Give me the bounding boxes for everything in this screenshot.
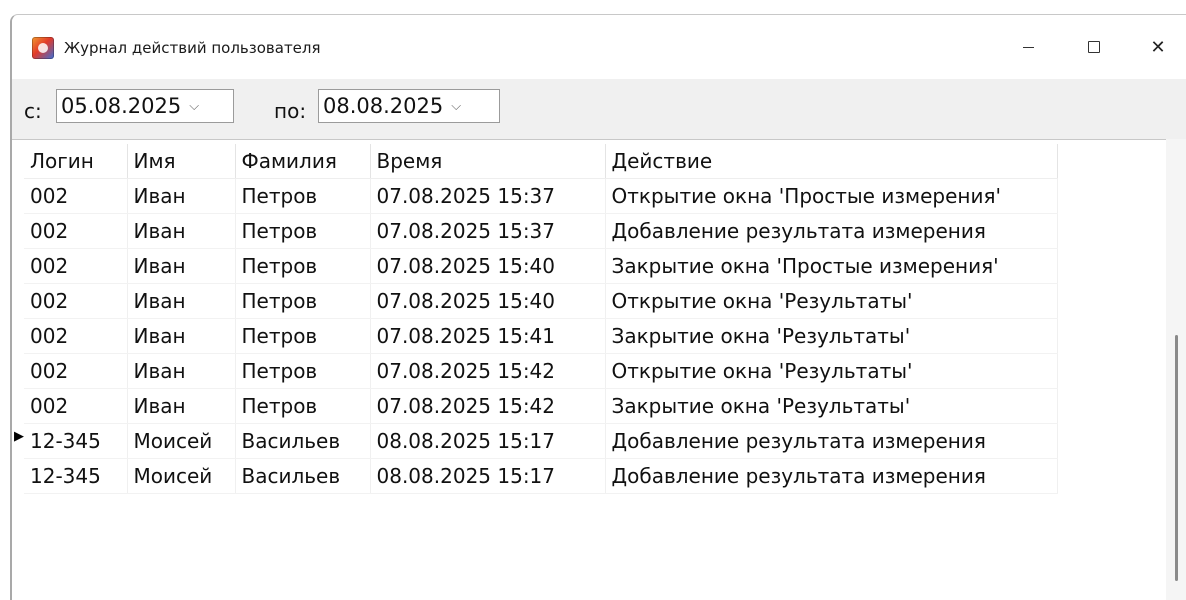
table-row[interactable]: 002 Иван Петров 07.08.2025 15:42 Открытие ок… xyxy=(24,353,1058,389)
cell-surname[interactable]: Петров xyxy=(235,248,371,284)
cell-surname[interactable]: Петров xyxy=(235,283,371,319)
cell-name[interactable]: Моисей xyxy=(127,423,236,459)
cell-name[interactable]: Моисей xyxy=(127,458,236,494)
table-row[interactable]: 002 Иван Петров 07.08.2025 15:37 Открытие ок… xyxy=(24,178,1058,214)
cell-time[interactable]: 08.08.2025 15:17 xyxy=(370,458,606,494)
cell-text: 12-345 xyxy=(30,429,101,453)
cell-action[interactable]: Открытие окна 'Результаты' xyxy=(605,283,1058,319)
chevron-down-icon[interactable]: ⌵ xyxy=(451,99,461,114)
journal-window: Журнал действий пользователя ✕ с: 05.08.… xyxy=(10,14,1186,600)
cell-login[interactable]: 002 xyxy=(24,353,128,389)
cell-action[interactable]: Добавление результата измерения xyxy=(605,423,1058,459)
cell-action[interactable]: Открытие окна 'Простые измерения' xyxy=(605,178,1058,214)
cell-text: 002 xyxy=(30,394,69,418)
cell-name[interactable]: Иван xyxy=(127,318,236,354)
cell-time[interactable]: 08.08.2025 15:17 xyxy=(370,423,606,459)
from-date-label: с: xyxy=(24,99,42,123)
close-button[interactable]: ✕ xyxy=(1135,29,1181,65)
cell-surname[interactable]: Петров xyxy=(235,353,371,389)
scrollbar-thumb[interactable] xyxy=(1175,335,1178,581)
cell-action[interactable]: Открытие окна 'Результаты' xyxy=(605,353,1058,389)
cell-time[interactable]: 07.08.2025 15:40 xyxy=(370,248,606,284)
vertical-scrollbar[interactable] xyxy=(1166,139,1186,600)
table-row[interactable]: 002 Иван Петров 07.08.2025 15:40 Закрытие ок… xyxy=(24,248,1058,284)
minimize-button[interactable] xyxy=(1005,29,1051,65)
window-title: Журнал действий пользователя xyxy=(64,39,321,57)
current-row-arrow-icon: ▶ xyxy=(14,429,24,444)
log-grid[interactable]: Логин Имя Фамилия Время Действие 002 Иван… xyxy=(12,139,1166,600)
cell-text: 12-345 xyxy=(30,464,101,488)
table-row[interactable]: ▶ 12-345 Моисей Васильев 08.08.2025 15:17 Доб… xyxy=(14,423,1058,459)
cell-surname[interactable]: Васильев xyxy=(235,458,371,494)
cell-action[interactable]: Добавление результата измерения xyxy=(605,458,1058,494)
column-header-action[interactable]: Действие xyxy=(605,144,1058,179)
to-date-label: по: xyxy=(274,99,307,123)
table-row[interactable]: 12-345 Моисей Васильев 08.08.2025 15:17 Доба… xyxy=(24,458,1058,494)
column-header-login[interactable]: Логин xyxy=(24,144,128,179)
log-table: Логин Имя Фамилия Время Действие 002 Иван… xyxy=(14,144,1058,494)
cell-surname[interactable]: Васильев xyxy=(235,423,371,459)
maximize-icon xyxy=(1088,41,1100,53)
cell-login[interactable]: 002 xyxy=(24,213,128,249)
minimize-icon xyxy=(1022,46,1034,48)
column-header-name[interactable]: Имя xyxy=(127,144,236,179)
title-bar[interactable]: Журнал действий пользователя ✕ xyxy=(12,15,1186,79)
close-icon: ✕ xyxy=(1150,36,1166,58)
chevron-down-icon[interactable]: ⌵ xyxy=(189,99,199,114)
cell-time[interactable]: 07.08.2025 15:37 xyxy=(370,213,606,249)
cell-action[interactable]: Закрытие окна 'Результаты' xyxy=(605,388,1058,424)
cell-action[interactable]: Закрытие окна 'Простые измерения' xyxy=(605,248,1058,284)
table-header-row: Логин Имя Фамилия Время Действие xyxy=(24,144,1058,179)
table-row[interactable]: 002 Иван Петров 07.08.2025 15:37 Добавление … xyxy=(24,213,1058,249)
cell-surname[interactable]: Петров xyxy=(235,318,371,354)
cell-login[interactable]: 12-345 xyxy=(24,458,128,494)
cell-surname[interactable]: Петров xyxy=(235,388,371,424)
table-row[interactable]: 002 Иван Петров 07.08.2025 15:42 Закрытие ок… xyxy=(24,388,1058,424)
cell-name[interactable]: Иван xyxy=(127,353,236,389)
cell-name[interactable]: Иван xyxy=(127,213,236,249)
column-header-surname[interactable]: Фамилия xyxy=(235,144,371,179)
cell-surname[interactable]: Петров xyxy=(235,213,371,249)
cell-name[interactable]: Иван xyxy=(127,388,236,424)
to-date-picker[interactable]: 08.08.2025 ⌵ xyxy=(318,89,500,123)
table-body: 002 Иван Петров 07.08.2025 15:37 Открытие ок… xyxy=(14,178,1058,494)
cell-login[interactable]: ▶ 12-345 xyxy=(14,423,128,459)
cell-login[interactable]: 002 xyxy=(24,178,128,214)
cell-time[interactable]: 07.08.2025 15:40 xyxy=(370,283,606,319)
from-date-value: 05.08.2025 xyxy=(61,94,182,118)
date-filter-bar: с: 05.08.2025 ⌵ по: 08.08.2025 ⌵ xyxy=(12,79,1186,139)
cell-name[interactable]: Иван xyxy=(127,283,236,319)
cell-text: 002 xyxy=(30,254,69,278)
from-date-picker[interactable]: 05.08.2025 ⌵ xyxy=(56,89,234,123)
table-row[interactable]: 002 Иван Петров 07.08.2025 15:41 Закрытие ок… xyxy=(24,318,1058,354)
cell-action[interactable]: Добавление результата измерения xyxy=(605,213,1058,249)
cell-surname[interactable]: Петров xyxy=(235,178,371,214)
cell-time[interactable]: 07.08.2025 15:37 xyxy=(370,178,606,214)
cell-text: 002 xyxy=(30,359,69,383)
cell-text: 002 xyxy=(30,289,69,313)
cell-time[interactable]: 07.08.2025 15:42 xyxy=(370,388,606,424)
cell-text: 002 xyxy=(30,219,69,243)
maximize-button[interactable] xyxy=(1071,29,1117,65)
cell-login[interactable]: 002 xyxy=(24,283,128,319)
cell-text: 002 xyxy=(30,324,69,348)
cell-time[interactable]: 07.08.2025 15:42 xyxy=(370,353,606,389)
cell-name[interactable]: Иван xyxy=(127,178,236,214)
cell-name[interactable]: Иван xyxy=(127,248,236,284)
column-header-time[interactable]: Время xyxy=(370,144,606,179)
cell-login[interactable]: 002 xyxy=(24,248,128,284)
cell-action[interactable]: Закрытие окна 'Результаты' xyxy=(605,318,1058,354)
app-icon xyxy=(32,37,54,59)
cell-login[interactable]: 002 xyxy=(24,318,128,354)
to-date-value: 08.08.2025 xyxy=(323,94,444,118)
cell-time[interactable]: 07.08.2025 15:41 xyxy=(370,318,606,354)
cell-login[interactable]: 002 xyxy=(24,388,128,424)
cell-text: 002 xyxy=(30,184,69,208)
table-row[interactable]: 002 Иван Петров 07.08.2025 15:40 Открытие ок… xyxy=(24,283,1058,319)
